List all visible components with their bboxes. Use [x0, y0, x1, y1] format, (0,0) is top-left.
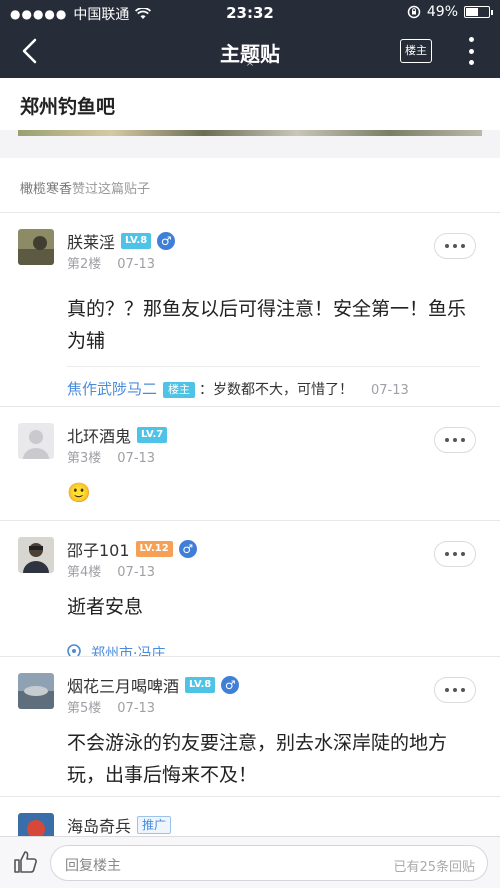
more-options-button[interactable]: [434, 677, 476, 703]
orientation-lock-icon: [407, 5, 421, 19]
forum-header[interactable]: 郑州钓鱼吧: [0, 78, 500, 130]
smile-emoji: 🙂: [67, 482, 91, 504]
promoted-badge: 推广: [137, 816, 172, 834]
floor-number: 第4楼: [67, 565, 102, 580]
post-content: 逝者安息: [67, 596, 144, 618]
liked-text: 赞过这篇贴子: [72, 182, 151, 197]
post-floor-4: 邵子101 LV.12 ♂ 第4楼 07-13 逝者安息 郑州市·冯庄: [0, 520, 500, 662]
only-louzhu-button[interactable]: 楼主: [400, 39, 432, 63]
more-menu-icon[interactable]: [466, 37, 476, 65]
liked-notice: 橄榄寒香赞过这篇贴子: [0, 158, 500, 212]
more-options-button[interactable]: [434, 233, 476, 259]
reply-time: 07-13: [371, 383, 409, 398]
more-options-button[interactable]: [434, 541, 476, 567]
post-content: 真的？？那鱼友以后可得注意！安全第一！鱼乐为辅: [67, 298, 467, 352]
battery-percent: 49%: [426, 4, 458, 20]
liked-user[interactable]: 橄榄寒香: [20, 182, 72, 197]
username[interactable]: 北环酒鬼: [67, 423, 131, 447]
post-floor-3: 北环酒鬼 LV.7 第3楼 07-13 🙂: [0, 406, 500, 520]
more-options-button[interactable]: [434, 427, 476, 453]
nav-bar: 主题贴 ^ 楼主: [0, 26, 500, 78]
username[interactable]: 朕莱淫: [67, 229, 115, 253]
louzhu-badge: 楼主: [163, 382, 196, 398]
post-floor-2: 朕莱淫 LV.8 ♂ 第2楼 07-13 真的？？那鱼友以后可得注意！安全第一！鱼…: [0, 212, 500, 406]
avatar[interactable]: [18, 813, 54, 836]
level-badge: LV.8: [185, 677, 216, 693]
reply-bar: 回复楼主 已有25条回贴: [0, 836, 500, 888]
avatar[interactable]: [18, 229, 54, 265]
male-icon: ♂: [157, 232, 176, 250]
level-badge: LV.8: [121, 233, 152, 249]
avatar[interactable]: [18, 673, 54, 709]
post-date: 07-13: [117, 565, 156, 580]
username[interactable]: 烟花三月喝啤酒: [67, 673, 179, 697]
reply-username[interactable]: 焦作武陟马二: [67, 380, 157, 398]
status-bar: ●●●●● 中国联通 23:32 49%: [0, 0, 500, 26]
post-floor-5: 烟花三月喝啤酒 LV.8 ♂ 第5楼 07-13 不会游泳的钓友要注意，别去水深岸…: [0, 656, 500, 796]
level-badge: LV.12: [135, 541, 173, 557]
male-icon: ♂: [221, 676, 240, 694]
male-icon: ♂: [178, 540, 197, 558]
reply-placeholder: 回复楼主: [65, 858, 121, 874]
thumbs-up-icon[interactable]: [12, 849, 38, 875]
avatar[interactable]: [18, 537, 54, 573]
post-content: 不会游泳的钓友要注意，别去水深岸陡的地方玩，出事后悔来不及！: [67, 732, 448, 786]
floor-number: 第5楼: [67, 701, 102, 716]
reply-input[interactable]: 回复楼主 已有25条回贴: [50, 845, 488, 881]
floor-number: 第3楼: [67, 451, 102, 466]
post-image-edge: [18, 130, 482, 136]
username[interactable]: 海岛奇兵: [67, 813, 131, 836]
post-promoted: 海岛奇兵 推广: [0, 796, 500, 836]
reply-count: 已有25条回贴: [393, 860, 475, 875]
battery-icon: [464, 6, 493, 18]
username[interactable]: 邵子101: [67, 537, 130, 561]
post-date: 07-13: [117, 451, 156, 466]
chevron-up-icon: ^: [245, 62, 255, 73]
reply-text: ：岁数都不大，可惜了！: [199, 382, 354, 398]
forum-name[interactable]: 郑州钓鱼吧: [20, 92, 115, 119]
floor-number: 第2楼: [67, 257, 102, 272]
post-date: 07-13: [117, 257, 156, 272]
avatar[interactable]: [18, 423, 54, 459]
level-badge: LV.7: [137, 427, 168, 443]
post-date: 07-13: [117, 701, 156, 716]
